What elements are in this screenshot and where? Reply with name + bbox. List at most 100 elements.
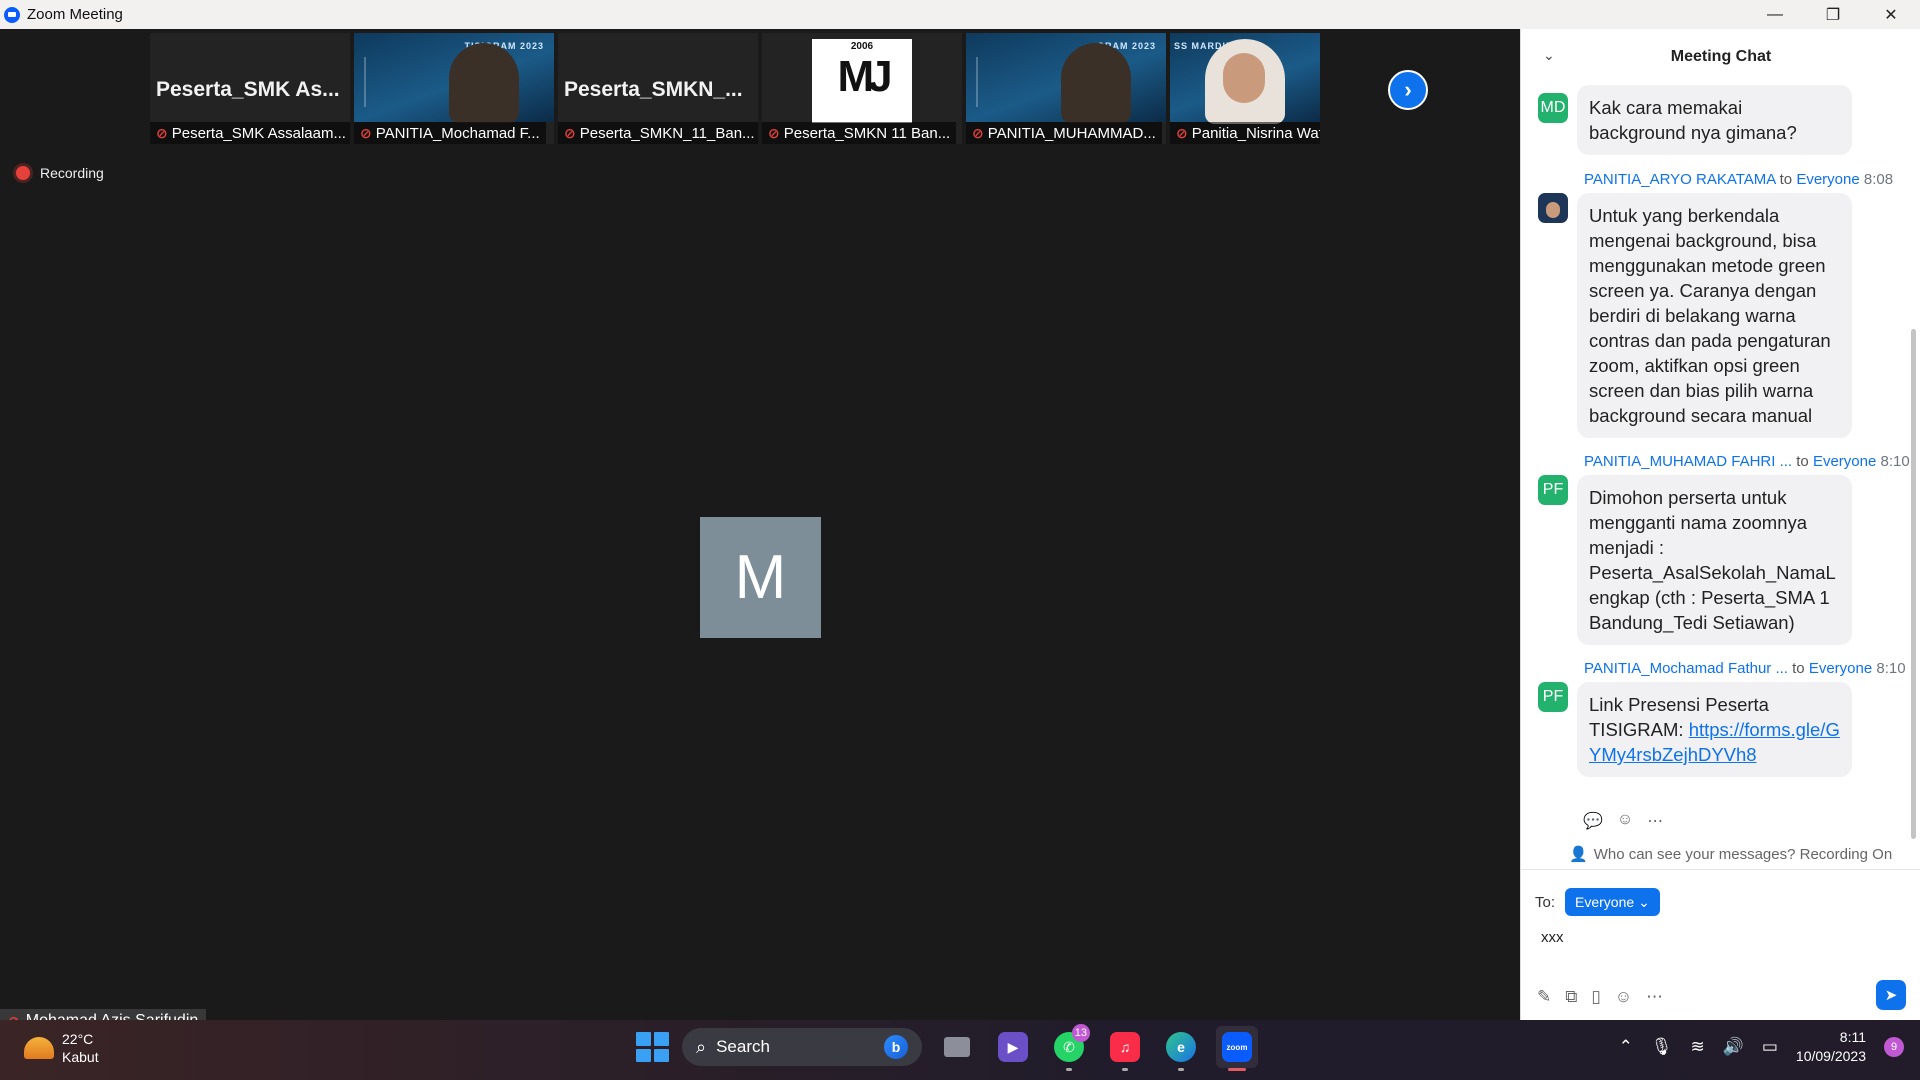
reply-icon[interactable]: 💬	[1583, 811, 1603, 831]
music-note-icon: ♫	[1110, 1032, 1140, 1062]
microphone-icon[interactable]: 🎙	[1651, 1037, 1673, 1057]
recipient-dropdown[interactable]: Everyone ⌄	[1565, 888, 1660, 916]
participant-tile[interactable]: SS MARDIBIT ⊘ Panitia_Nisrina Wafa Z...	[1170, 33, 1320, 144]
recording-dot-icon	[16, 166, 30, 180]
participant-name: PANITIA_Mochamad F...	[375, 124, 540, 142]
send-button[interactable]: ➤	[1876, 980, 1906, 1010]
chevron-down-icon[interactable]: ⌄	[1543, 47, 1555, 64]
maximize-button[interactable]: ❐	[1804, 0, 1862, 29]
participant-face	[1223, 53, 1265, 103]
person-icon: 👤	[1569, 846, 1588, 863]
participant-figure	[1061, 43, 1131, 123]
emoji-reaction-icon[interactable]: ☺	[1617, 811, 1633, 831]
more-options-icon[interactable]: ⋯	[1647, 811, 1663, 831]
weather-temperature: 22°C	[62, 1031, 94, 1047]
recipient-name: Everyone	[1796, 171, 1860, 188]
participant-name-tag: ⊘ Panitia_Nisrina Wafa Z...	[1170, 122, 1320, 144]
active-speaker-avatar: M	[700, 517, 821, 638]
chevron-right-icon: ›	[1404, 77, 1412, 102]
participant-name: PANITIA_MUHAMMAD...	[987, 124, 1156, 142]
sender-avatar: MD	[1538, 93, 1568, 123]
system-tray: ⌃ 🎙 ≋ 🔊 ▭ 8:11 10/09/2023 9	[1619, 1028, 1904, 1066]
whatsapp-button[interactable]: ✆ 13	[1048, 1024, 1090, 1071]
more-options-icon[interactable]: ⋯	[1646, 987, 1663, 1007]
to-text: to	[1779, 171, 1793, 188]
next-page-button[interactable]: ›	[1388, 70, 1428, 110]
clock[interactable]: 8:11 10/09/2023	[1796, 1028, 1866, 1066]
zoom-button[interactable]: zoom	[1216, 1026, 1258, 1071]
participant-tile[interactable]: GRAM 2023 ⊘ PANITIA_MUHAMMAD...	[966, 33, 1166, 144]
participant-name-tag: ⊘ PANITIA_MUHAMMAD...	[966, 122, 1162, 144]
minimize-button[interactable]: —	[1746, 0, 1804, 29]
participant-display-name: Peserta_SMKN_...	[564, 78, 743, 101]
volume-icon[interactable]: 🔊	[1723, 1037, 1744, 1057]
window-controls: — ❐ ✕	[1746, 0, 1920, 29]
weather-widget[interactable]: 22°C Kabut	[24, 1030, 99, 1066]
screenshot-icon[interactable]: ⧉	[1565, 987, 1577, 1007]
message-text: Kak cara memakai background nya gimana?	[1589, 97, 1797, 143]
bing-icon[interactable]: b	[884, 1035, 908, 1059]
participant-tile[interactable]: 2006 MJ ⊘ Peserta_SMKN 11 Ban...	[762, 33, 962, 144]
chat-scrollbar[interactable]	[1911, 329, 1916, 839]
to-text: to	[1792, 660, 1805, 677]
windows-logo-pane	[636, 1032, 651, 1046]
sender-avatar: PF	[1538, 475, 1568, 505]
meeting-video-area: Peserta_SMK As... ⊘ Peserta_SMK Assalaam…	[0, 29, 1520, 1033]
notification-badge[interactable]: 9	[1884, 1037, 1904, 1057]
chevron-down-icon: ⌄	[1638, 893, 1650, 910]
task-view-button[interactable]	[936, 1026, 978, 1068]
file-icon[interactable]: ▯	[1591, 987, 1600, 1007]
title-bar: Zoom Meeting — ❐ ✕	[0, 0, 1920, 29]
chat-message-input[interactable]	[1541, 924, 1901, 950]
running-indicator	[1178, 1068, 1184, 1071]
participant-video: GRAM 2023	[966, 33, 1166, 123]
logo-year: 2006	[850, 41, 874, 52]
microphone-muted-icon: ⊘	[360, 124, 372, 141]
visibility-text: Who can see your messages? Recording On	[1593, 845, 1893, 863]
start-button[interactable]	[634, 1030, 669, 1064]
edge-button[interactable]: e	[1160, 1026, 1202, 1071]
whatsapp-unread-badge: 13	[1071, 1024, 1090, 1042]
taskbar-apps: ⌕ Search b ▶ ✆ 13 ♫ e zoom	[634, 1024, 1258, 1071]
participant-name: Peserta_SMK Assalaam...	[171, 124, 346, 142]
chevron-up-icon[interactable]: ⌃	[1619, 1037, 1633, 1057]
close-button[interactable]: ✕	[1862, 0, 1920, 29]
video-camera-icon: ▶	[998, 1032, 1028, 1062]
participant-tile[interactable]: Peserta_SMK As... ⊘ Peserta_SMK Assalaam…	[150, 33, 350, 144]
battery-icon[interactable]: ▭	[1762, 1037, 1778, 1057]
visibility-note[interactable]: 👤 Who can see your messages? Recording O…	[1569, 845, 1893, 864]
participant-video: TISIGRAM 2023	[354, 33, 554, 123]
recipient-value: Everyone	[1575, 894, 1635, 910]
participant-tile[interactable]: Peserta_SMKN_... ⊘ Peserta_SMKN_11_Ban..…	[558, 33, 758, 144]
wifi-icon[interactable]: ≋	[1690, 1037, 1704, 1057]
participant-name: Peserta_SMKN_11_Ban...	[579, 124, 755, 142]
to-label: To:	[1535, 893, 1556, 911]
sender-name: PANITIA_MUHAMAD FAHRI ...	[1584, 453, 1793, 470]
recipient-name: Everyone	[1812, 453, 1877, 470]
emoji-icon[interactable]: ☺	[1615, 987, 1632, 1007]
teams-button[interactable]: ▶	[992, 1026, 1034, 1068]
sender-avatar	[1538, 193, 1568, 223]
message-bubble: Dimohon perserta untuk mengganti nama zo…	[1577, 475, 1852, 645]
format-text-icon[interactable]: ✎	[1537, 987, 1551, 1007]
sender-name: PANITIA_ARYO RAKATAMA	[1584, 171, 1776, 188]
participant-display-name: Peserta_SMK As...	[156, 78, 340, 101]
participant-name-tag: ⊘ Peserta_SMKN 11 Ban...	[762, 122, 957, 144]
participant-tile[interactable]: TISIGRAM 2023 ⊘ PANITIA_Mochamad F...	[354, 33, 554, 144]
participant-name: Peserta_SMKN 11 Ban...	[783, 124, 951, 142]
message-meta: PANITIA_Mochamad Fathur ... to Everyone …	[1584, 660, 1906, 677]
recipient-name: Everyone	[1808, 660, 1873, 677]
windows-logo-pane	[654, 1032, 669, 1046]
taskbar-search[interactable]: ⌕ Search b	[682, 1028, 922, 1066]
chat-title: Meeting Chat	[1670, 48, 1772, 65]
running-indicator	[1066, 1068, 1072, 1071]
message-text: Untuk yang berkendala mengenai backgroun…	[1589, 205, 1831, 426]
message-time: 8:10	[1880, 453, 1910, 470]
send-icon: ➤	[1884, 987, 1898, 1004]
windows-logo-pane	[654, 1048, 669, 1062]
recording-indicator[interactable]: Recording	[16, 165, 104, 181]
message-bubble: Untuk yang berkendala mengenai backgroun…	[1577, 193, 1852, 438]
music-button[interactable]: ♫	[1104, 1026, 1146, 1071]
message-bubble: Link Presensi Peserta TISIGRAM: https://…	[1577, 682, 1852, 777]
taskbar: 22°C Kabut ⌕ Search b ▶ ✆ 13 ♫ e zoom ⌃ …	[0, 1020, 1920, 1080]
